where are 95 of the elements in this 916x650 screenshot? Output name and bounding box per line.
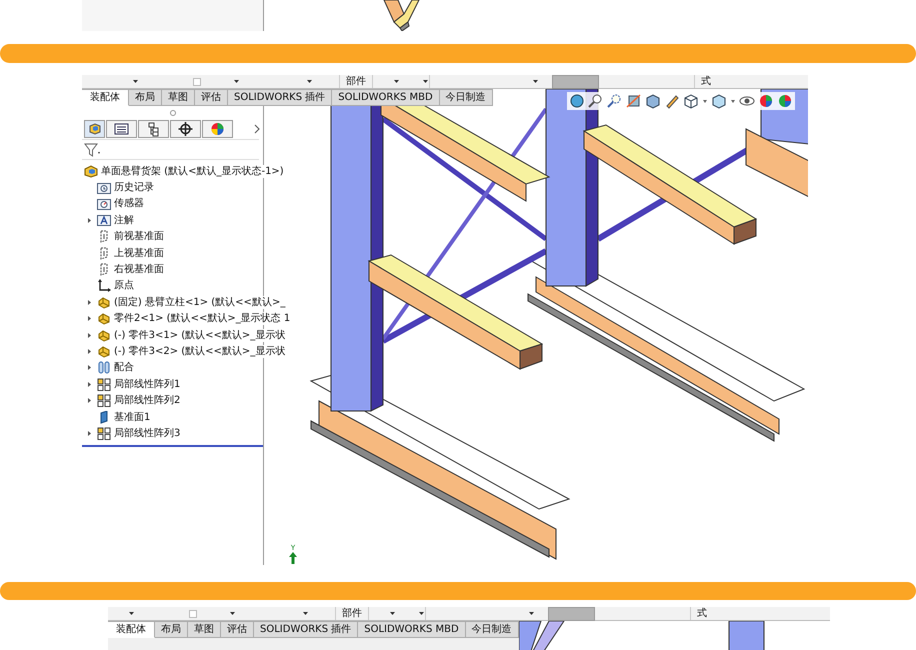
color-wheel-icon[interactable] xyxy=(202,120,233,138)
ribbon-tab[interactable]: 今日制造 xyxy=(466,621,519,638)
tree-item[interactable]: 配合 xyxy=(114,361,136,374)
color-wheel-icon[interactable] xyxy=(758,93,774,109)
filter-icon[interactable] xyxy=(84,142,102,156)
grid-icon xyxy=(97,394,111,408)
caret-icon[interactable] xyxy=(132,79,139,84)
folder-letter-icon xyxy=(97,214,111,226)
beam-end-drawing xyxy=(734,218,756,245)
part-icon xyxy=(97,296,111,309)
ribbon-tab[interactable]: SOLIDWORKS 插件 xyxy=(228,89,332,106)
ribbon-tab[interactable]: 布局 xyxy=(129,89,162,106)
expand-arrow-icon[interactable] xyxy=(87,348,92,355)
tree-structure-icon[interactable] xyxy=(138,120,169,138)
tree-item[interactable]: 历史记录 xyxy=(114,181,156,194)
tree-item[interactable]: 注解 xyxy=(114,214,136,227)
pencil-icon[interactable] xyxy=(664,93,680,109)
part-icon xyxy=(97,328,111,342)
tree-item[interactable]: 前视基准面 xyxy=(114,230,166,244)
caret-icon[interactable] xyxy=(306,79,313,84)
paperclip-icon xyxy=(97,361,111,374)
ribbon-tab[interactable]: 今日制造 xyxy=(440,89,493,106)
expand-arrow-icon[interactable] xyxy=(87,332,92,339)
tree-item[interactable]: 单面悬臂货架 (默认<默认_显示状态-1>) xyxy=(101,164,286,178)
caret-icon[interactable] xyxy=(393,79,400,84)
grid-icon xyxy=(97,426,111,440)
expand-arrow-icon[interactable] xyxy=(87,430,92,437)
part-icon xyxy=(97,344,111,358)
model-fragment-drawing xyxy=(383,0,420,31)
cube-icon[interactable] xyxy=(645,93,661,109)
expand-arrow-icon[interactable] xyxy=(87,380,92,388)
tree-item[interactable]: 原点 xyxy=(114,279,136,292)
axis-arrow-icon xyxy=(289,552,297,564)
expand-arrow-icon[interactable] xyxy=(87,298,92,306)
tree-item[interactable]: 右视基准面 xyxy=(114,263,166,276)
section-icon[interactable] xyxy=(626,93,642,109)
expand-arrow-icon[interactable] xyxy=(87,315,92,322)
tree-item[interactable]: (固定) 悬臂立柱<1> (默认<<默认>_ xyxy=(114,296,288,309)
grid-icon xyxy=(97,378,111,391)
resize-handle[interactable] xyxy=(170,110,176,116)
ribbon-tab[interactable]: SOLIDWORKS MBD xyxy=(358,621,466,638)
tree-item[interactable]: 上视基准面 xyxy=(114,246,166,260)
square-icon xyxy=(193,78,201,86)
part-icon xyxy=(97,312,111,326)
tree-item[interactable]: 传感器 xyxy=(114,197,146,210)
caret-icon[interactable] xyxy=(528,611,535,616)
tree-item[interactable]: (-) 零件3<2> (默认<<默认>_显示状 xyxy=(114,344,288,358)
cube-icon[interactable] xyxy=(683,93,699,109)
caret-icon[interactable] xyxy=(532,79,539,84)
caret-icon[interactable] xyxy=(418,611,425,616)
caret-icon[interactable] xyxy=(422,79,429,84)
caret-icon[interactable] xyxy=(128,611,135,616)
ribbon-label: 式 xyxy=(700,76,712,88)
ribbon-tab[interactable]: 评估 xyxy=(195,89,228,106)
expand-arrow-icon[interactable] xyxy=(87,397,92,404)
zoom-area-icon[interactable] xyxy=(607,93,623,109)
sensor-icon xyxy=(97,198,111,210)
tree-item[interactable]: 基准面1 xyxy=(114,410,152,424)
crosshair-icon[interactable] xyxy=(170,120,201,138)
ribbon-tab[interactable]: 装配体 xyxy=(82,89,129,106)
assembly-icon xyxy=(84,164,98,178)
ribbon-tab[interactable]: 草图 xyxy=(188,621,221,638)
zoom-icon[interactable] xyxy=(588,93,604,109)
caret-icon[interactable] xyxy=(229,611,236,616)
tree-item[interactable]: (-) 零件3<1> (默认<<默认>_显示状 xyxy=(114,328,288,342)
assembly-tab-icon[interactable] xyxy=(84,120,105,138)
expand-arrow-icon[interactable] xyxy=(87,216,92,224)
cube-icon[interactable] xyxy=(711,93,727,109)
tree-item[interactable]: 局部线性阵列2 xyxy=(114,394,182,408)
tree-item[interactable]: 零件2<1> (默认<<默认>_显示状态 1 xyxy=(114,312,292,326)
folder-clock-icon xyxy=(97,182,111,194)
square-icon xyxy=(189,610,197,618)
caret-icon[interactable] xyxy=(302,611,309,616)
sphere-icon[interactable] xyxy=(569,93,585,109)
caret-icon[interactable] xyxy=(730,98,736,104)
caret-icon[interactable] xyxy=(233,79,240,84)
ribbon-tab[interactable]: 装配体 xyxy=(108,621,155,638)
tree-item[interactable]: 局部线性阵列1 xyxy=(114,378,182,391)
caret-icon[interactable] xyxy=(702,98,708,104)
ribbon-tab[interactable]: 草图 xyxy=(162,89,195,106)
tree-item[interactable]: 局部线性阵列3 xyxy=(114,426,182,440)
axes-icon xyxy=(97,279,111,292)
ribbon-label: 部件 xyxy=(345,76,367,88)
ribbon-tab[interactable]: SOLIDWORKS 插件 xyxy=(254,621,358,638)
expand-arrow-icon[interactable] xyxy=(87,364,92,372)
ribbon-tab[interactable]: 布局 xyxy=(155,621,188,638)
color-wheel-icon[interactable] xyxy=(777,93,793,109)
ribbon-label: 式 xyxy=(696,608,708,620)
caret-icon[interactable] xyxy=(389,611,396,616)
ribbon-label: 部件 xyxy=(341,608,363,620)
chevron-right-icon[interactable] xyxy=(253,124,261,134)
ribbon-tab[interactable]: SOLIDWORKS MBD xyxy=(332,89,440,106)
list-icon[interactable] xyxy=(106,120,137,138)
ribbon-tab[interactable]: 评估 xyxy=(221,621,254,638)
beam-end-drawing xyxy=(520,343,542,370)
